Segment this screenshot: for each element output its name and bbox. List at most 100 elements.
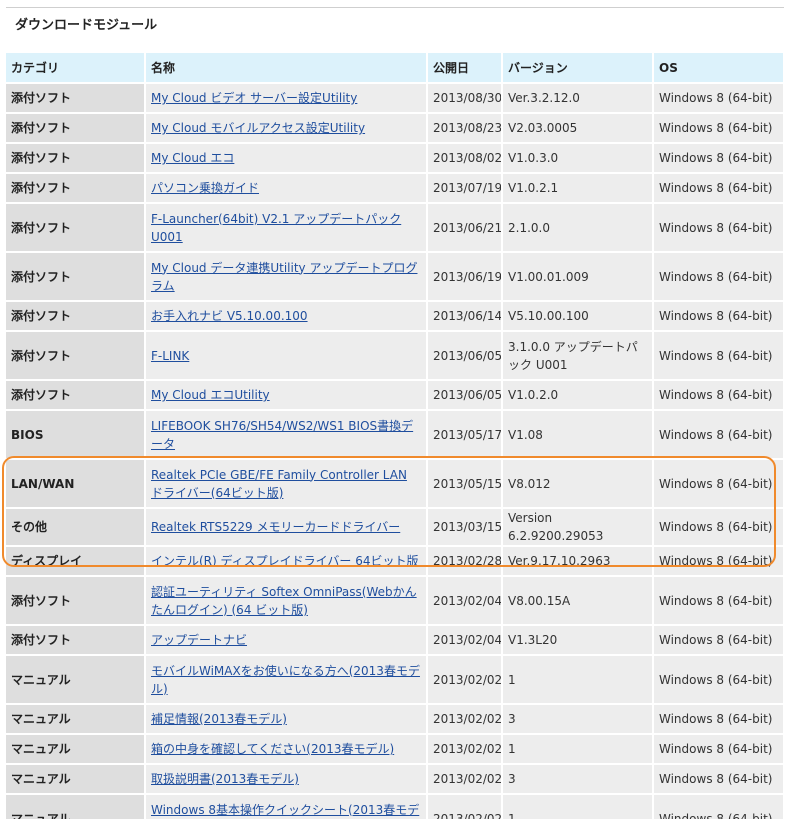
row-date: 2013/02/02 [427,704,503,735]
row-date: 2013/02/02 [427,794,503,819]
row-os: Windows 8 (64-bit) [653,508,785,547]
download-link[interactable]: モバイルWiMAXをお使いになる方へ(2013春モデル) [151,664,420,696]
row-category: 添付ソフト [6,576,146,626]
table-row: マニュアル モバイルWiMAXをお使いになる方へ(2013春モデル) 2013/… [6,655,785,705]
header-date: 公開日 [427,53,503,84]
download-link[interactable]: アップデートナビ [151,633,247,647]
row-category: 添付ソフト [6,113,146,144]
row-name-cell: 認証ユーティリティ Softex OmniPass(Webかんたんログイン) (… [145,576,428,626]
header-os: OS [653,53,785,84]
download-link[interactable]: 補足情報(2013春モデル) [151,712,287,726]
row-category: BIOS [6,410,146,460]
row-category: 添付ソフト [6,301,146,332]
row-version: Ver.9.17.10.2963 [502,546,654,577]
row-date: 2013/02/02 [427,764,503,795]
row-os: Windows 8 (64-bit) [653,704,785,735]
download-link[interactable]: LIFEBOOK SH76/SH54/WS2/WS1 BIOS書換データ [151,419,413,451]
row-date: 2013/02/04 [427,625,503,656]
row-os: Windows 8 (64-bit) [653,576,785,626]
table-row: 添付ソフト パソコン乗換ガイド 2013/07/19 V1.0.2.1 Wind… [6,173,785,204]
row-date: 2013/06/19 [427,252,503,302]
download-link[interactable]: Realtek PCIe GBE/FE Family Controller LA… [151,468,407,500]
row-category: 添付ソフト [6,143,146,174]
row-name-cell: LIFEBOOK SH76/SH54/WS2/WS1 BIOS書換データ [145,410,428,460]
download-link[interactable]: My Cloud モバイルアクセス設定Utility [151,121,365,135]
download-link[interactable]: インテル(R) ディスプレイドライバー 64ビット版 [151,554,419,568]
row-category: 添付ソフト [6,83,146,114]
row-category: マニュアル [6,704,146,735]
download-link[interactable]: 認証ユーティリティ Softex OmniPass(Webかんたんログイン) (… [151,585,417,617]
row-os: Windows 8 (64-bit) [653,252,785,302]
row-os: Windows 8 (64-bit) [653,143,785,174]
row-date: 2013/08/30 [427,83,503,114]
download-link[interactable]: Windows 8基本操作クイックシート(2013春モデル) [151,803,419,819]
row-name-cell: F-Launcher(64bit) V2.1 アップデートパック U001 [145,203,428,253]
row-version: V8.00.15A [502,576,654,626]
table-row: LAN/WAN Realtek PCIe GBE/FE Family Contr… [6,459,785,509]
table-row: マニュアル 補足情報(2013春モデル) 2013/02/02 3 Window… [6,704,785,735]
download-link[interactable]: お手入れナビ V5.10.00.100 [151,309,308,323]
download-link[interactable]: My Cloud ビデオ サーバー設定Utility [151,91,357,105]
header-name: 名称 [145,53,428,84]
row-name-cell: モバイルWiMAXをお使いになる方へ(2013春モデル) [145,655,428,705]
row-date: 2013/06/14 [427,301,503,332]
row-os: Windows 8 (64-bit) [653,113,785,144]
row-date: 2013/08/23 [427,113,503,144]
table-row: 添付ソフト F-Launcher(64bit) V2.1 アップデートパック U… [6,203,785,253]
download-link[interactable]: パソコン乗換ガイド [151,181,259,195]
row-date: 2013/07/19 [427,173,503,204]
row-name-cell: My Cloud ビデオ サーバー設定Utility [145,83,428,114]
row-category: その他 [6,508,146,547]
row-name-cell: My Cloud モバイルアクセス設定Utility [145,113,428,144]
table-row: ディスプレイ インテル(R) ディスプレイドライバー 64ビット版 2013/0… [6,546,785,577]
row-name-cell: F-LINK [145,331,428,381]
row-category: LAN/WAN [6,459,146,509]
row-date: 2013/08/02 [427,143,503,174]
download-link[interactable]: 箱の中身を確認してください(2013春モデル) [151,742,394,756]
row-category: マニュアル [6,655,146,705]
row-category: 添付ソフト [6,252,146,302]
header-category: カテゴリ [6,53,146,84]
download-link[interactable]: F-Launcher(64bit) V2.1 アップデートパック U001 [151,212,401,244]
row-date: 2013/02/02 [427,655,503,705]
row-version: V1.0.2.0 [502,380,654,411]
download-link[interactable]: Realtek RTS5229 メモリーカードドライバー [151,520,400,534]
row-category: 添付ソフト [6,203,146,253]
row-version: V1.08 [502,410,654,460]
row-os: Windows 8 (64-bit) [653,83,785,114]
row-date: 2013/02/28 [427,546,503,577]
row-version: V2.03.0005 [502,113,654,144]
table-row: 添付ソフト My Cloud エコ 2013/08/02 V1.0.3.0 Wi… [6,143,785,174]
table-row: 添付ソフト お手入れナビ V5.10.00.100 2013/06/14 V5.… [6,301,785,332]
row-name-cell: My Cloud データ連携Utility アップデートプログラム [145,252,428,302]
row-os: Windows 8 (64-bit) [653,459,785,509]
row-version: 3.1.0.0 アップデートパック U001 [502,331,654,381]
row-os: Windows 8 (64-bit) [653,173,785,204]
download-link[interactable]: My Cloud エコUtility [151,388,270,402]
download-link[interactable]: My Cloud データ連携Utility アップデートプログラム [151,261,417,293]
row-os: Windows 8 (64-bit) [653,734,785,765]
table-row: マニュアル 箱の中身を確認してください(2013春モデル) 2013/02/02… [6,734,785,765]
row-version: Version 6.2.9200.29053 [502,508,654,547]
row-date: 2013/06/21 [427,203,503,253]
row-os: Windows 8 (64-bit) [653,301,785,332]
row-version: 1 [502,794,654,819]
row-os: Windows 8 (64-bit) [653,546,785,577]
download-table: カテゴリ 名称 公開日 バージョン OS 添付ソフト My Cloud ビデオ … [6,53,785,819]
row-version: V1.3L20 [502,625,654,656]
row-name-cell: 取扱説明書(2013春モデル) [145,764,428,795]
row-name-cell: My Cloud エコ [145,143,428,174]
row-name-cell: 箱の中身を確認してください(2013春モデル) [145,734,428,765]
row-date: 2013/02/02 [427,734,503,765]
download-link[interactable]: 取扱説明書(2013春モデル) [151,772,299,786]
download-link[interactable]: F-LINK [151,349,189,363]
download-link[interactable]: My Cloud エコ [151,151,234,165]
row-category: マニュアル [6,734,146,765]
row-date: 2013/05/15 [427,459,503,509]
row-version: V1.00.01.009 [502,252,654,302]
table-row: マニュアル 取扱説明書(2013春モデル) 2013/02/02 3 Windo… [6,764,785,795]
row-date: 2013/05/17 [427,410,503,460]
table-row: 添付ソフト 認証ユーティリティ Softex OmniPass(Webかんたんロ… [6,576,785,626]
row-version: 1 [502,734,654,765]
row-date: 2013/06/05 [427,380,503,411]
